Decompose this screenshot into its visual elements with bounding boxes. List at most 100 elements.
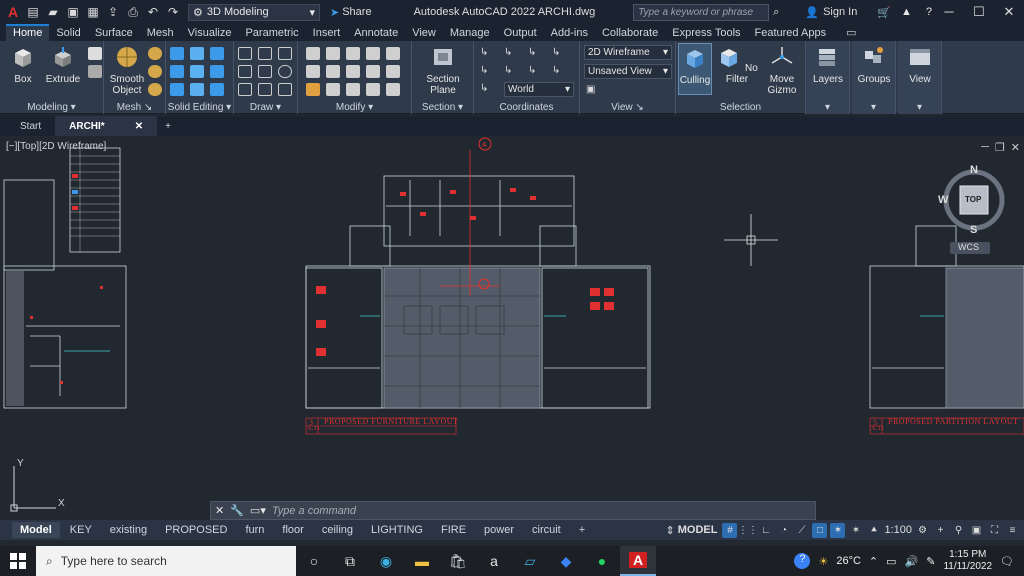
- move-gizmo-button[interactable]: Move Gizmo: [762, 45, 802, 96]
- tab-collaborate[interactable]: Collaborate: [595, 26, 665, 41]
- extrude-button[interactable]: Extrude: [44, 45, 82, 85]
- notifications-icon[interactable]: 🗨: [1000, 555, 1014, 568]
- culling-button[interactable]: Culling: [678, 43, 712, 95]
- tab-solid[interactable]: Solid: [49, 26, 87, 41]
- tab-express-tools[interactable]: Express Tools: [665, 26, 747, 41]
- drawing-canvas[interactable]: [−][Top][2D Wireframe] ─ ❐ ✕ A 3 A.11 PR…: [0, 136, 1024, 518]
- tray-overflow-icon[interactable]: ⌃: [869, 555, 878, 568]
- coordinates-panel-title[interactable]: Coordinates: [500, 102, 554, 113]
- fullscreen-icon[interactable]: ⛶: [987, 523, 1002, 538]
- compass-north[interactable]: N: [970, 164, 978, 176]
- layout-tab-model[interactable]: Model: [12, 522, 60, 538]
- mirror-icon[interactable]: [386, 65, 400, 78]
- presspull-icon[interactable]: [88, 47, 102, 60]
- stretch-icon[interactable]: [346, 83, 360, 96]
- autodesk-app-icon[interactable]: ▲: [901, 6, 912, 18]
- 3d-mirror-icon[interactable]: [306, 65, 320, 78]
- ortho-icon[interactable]: ∟: [758, 523, 773, 538]
- new-file-icon[interactable]: ▤: [24, 3, 42, 21]
- viewcube[interactable]: TOP N S W WCS: [936, 160, 1016, 256]
- compass-south[interactable]: S: [970, 224, 977, 236]
- snap-icon[interactable]: ⋮⋮: [738, 523, 758, 538]
- tab-home[interactable]: Home: [6, 24, 50, 41]
- polar-icon[interactable]: ◔: [776, 523, 791, 538]
- autocad-logo-icon[interactable]: A: [4, 3, 22, 21]
- groups-button[interactable]: Groups: [854, 45, 894, 85]
- customization-icon[interactable]: ≡: [1005, 523, 1020, 538]
- explode-icon[interactable]: [386, 83, 400, 96]
- layout-tab-circuit[interactable]: circuit: [524, 522, 569, 538]
- region-icon[interactable]: [278, 83, 292, 96]
- slice-icon[interactable]: [190, 47, 204, 60]
- sign-in-button[interactable]: 👤 Sign In: [805, 6, 857, 19]
- app-icon[interactable]: ▱: [512, 546, 548, 576]
- tab-featured-apps[interactable]: Featured Apps: [748, 26, 834, 41]
- edge-icon[interactable]: ◉: [368, 546, 404, 576]
- mesh-refine-icon[interactable]: [148, 65, 162, 78]
- taskbar-search[interactable]: ⌕ Type here to search: [36, 546, 296, 576]
- annotation-monitor-icon[interactable]: +: [933, 523, 948, 538]
- arc-icon[interactable]: [238, 65, 252, 78]
- rotate-icon[interactable]: [366, 47, 380, 60]
- cart-icon[interactable]: 🛒: [877, 6, 891, 19]
- ucs-world-icon[interactable]: ↳: [504, 47, 518, 60]
- copy-icon[interactable]: [326, 65, 340, 78]
- erase-icon[interactable]: [306, 83, 320, 96]
- viewcube-top-face[interactable]: TOP: [965, 195, 981, 204]
- workspace-switch-icon[interactable]: ⚙: [915, 523, 930, 538]
- command-customize-icon[interactable]: 🔧: [230, 504, 244, 517]
- scale-dropdown[interactable]: 1:100: [884, 524, 912, 536]
- view-panel-title[interactable]: View: [611, 102, 633, 113]
- 3d-rotate-icon[interactable]: [326, 47, 340, 60]
- tab-view[interactable]: View: [405, 26, 443, 41]
- layout-tab-power[interactable]: power: [476, 522, 522, 538]
- temperature[interactable]: 26°C: [836, 555, 861, 567]
- ucs-x-icon[interactable]: ↳: [552, 47, 566, 60]
- grid-icon[interactable]: #: [722, 522, 738, 538]
- view-expand-icon[interactable]: ▾: [898, 102, 941, 113]
- line-icon[interactable]: [278, 47, 292, 60]
- layout-tab-floor[interactable]: floor: [274, 522, 311, 538]
- mesh-panel-title[interactable]: Mesh: [117, 102, 141, 113]
- tab-output[interactable]: Output: [497, 26, 544, 41]
- minimize-button[interactable]: ─: [934, 4, 964, 20]
- tab-manage[interactable]: Manage: [443, 26, 497, 41]
- clock[interactable]: 1:15 PM 11/11/2022: [943, 549, 992, 573]
- command-input[interactable]: Type a command: [272, 505, 356, 517]
- new-tab-button[interactable]: +: [157, 116, 179, 136]
- annotation-scale-icon[interactable]: ⯅: [866, 523, 881, 538]
- command-line[interactable]: ✕ 🔧 ▭▾ Type a command: [210, 501, 816, 520]
- intersect-icon[interactable]: [170, 83, 184, 96]
- layout-tab-ceiling[interactable]: ceiling: [314, 522, 361, 538]
- spline-icon[interactable]: [258, 47, 272, 60]
- command-close-icon[interactable]: ✕: [215, 504, 224, 517]
- rectangle-icon[interactable]: [258, 65, 272, 78]
- ucs-y-icon[interactable]: ↳: [552, 65, 566, 78]
- layout-tab-key[interactable]: KEY: [62, 522, 100, 538]
- array-icon[interactable]: [366, 83, 380, 96]
- tab-parametric[interactable]: Parametric: [238, 26, 305, 41]
- store-icon[interactable]: 🛍: [440, 546, 476, 576]
- layout-tab-lighting[interactable]: LIGHTING: [363, 522, 431, 538]
- cortana-icon[interactable]: ○: [296, 546, 332, 576]
- redo-icon[interactable]: ↷: [164, 3, 182, 21]
- tab-mesh[interactable]: Mesh: [140, 26, 181, 41]
- save-as-icon[interactable]: ▦: [84, 3, 102, 21]
- move-icon[interactable]: [346, 47, 360, 60]
- box-button[interactable]: Box: [6, 45, 40, 85]
- wcs-menu[interactable]: WCS: [958, 242, 979, 252]
- mesh-smooth-more-icon[interactable]: [148, 47, 162, 60]
- dropbox-icon[interactable]: ◆: [548, 546, 584, 576]
- ellipse-icon[interactable]: [258, 83, 272, 96]
- close-button[interactable]: ✕: [994, 4, 1024, 20]
- isodraft-icon[interactable]: ⟋: [794, 523, 809, 538]
- help-icon[interactable]: ?: [926, 6, 932, 18]
- ucs-origin-icon[interactable]: ↳: [528, 47, 542, 60]
- modeling-panel-title[interactable]: Modeling: [27, 102, 68, 113]
- subtract-icon[interactable]: [170, 65, 184, 78]
- save-icon[interactable]: ▣: [64, 3, 82, 21]
- undo-icon[interactable]: ↶: [144, 3, 162, 21]
- search-icon[interactable]: ⌕: [773, 6, 779, 19]
- tab-visualize[interactable]: Visualize: [181, 26, 239, 41]
- isolate-icon[interactable]: ▣: [969, 523, 984, 538]
